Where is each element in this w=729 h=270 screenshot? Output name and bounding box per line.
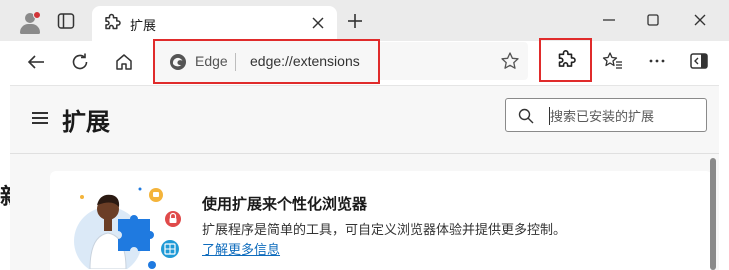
home-icon[interactable] — [113, 51, 135, 73]
left-gutter: 新 — [0, 85, 10, 270]
maximize-icon[interactable] — [645, 12, 661, 28]
favorites-icon[interactable] — [602, 50, 624, 72]
minimize-icon[interactable] — [601, 12, 617, 28]
promo-title: 使用扩展来个性化浏览器 — [202, 196, 368, 213]
text-caret — [549, 107, 550, 125]
search-icon — [518, 108, 534, 124]
tab-extensions[interactable]: 扩展 — [92, 6, 337, 41]
tab-actions-icon[interactable] — [57, 12, 75, 30]
scrollbar-thumb[interactable] — [710, 158, 716, 270]
extensions-highlight-box — [539, 38, 592, 82]
address-bar[interactable]: Edge edge://extensions — [153, 39, 380, 84]
address-bar-right[interactable] — [380, 42, 528, 80]
address-separator — [235, 53, 236, 71]
page-header: 扩展 — [10, 86, 719, 153]
title-bar: 扩展 — [0, 0, 729, 41]
clipped-heading-glyph: 新 — [0, 179, 10, 211]
puzzle-icon — [105, 13, 121, 30]
site-identity-label: Edge — [195, 53, 228, 69]
header-divider — [10, 153, 719, 154]
search-input[interactable] — [550, 105, 700, 127]
new-tab-icon[interactable] — [346, 12, 364, 30]
close-window-icon[interactable] — [692, 12, 708, 28]
refresh-icon[interactable] — [69, 51, 91, 73]
favorite-star-icon[interactable] — [500, 51, 520, 71]
page-title: 扩展 — [62, 109, 110, 136]
page-scrollbar[interactable] — [709, 154, 719, 270]
tab-title: 扩展 — [130, 18, 157, 33]
extensions-page: 扩展 搜索已安装的扩展 使用扩展来个性化浏览器 扩展程序是简单的工具，可自定义浏… — [10, 85, 719, 270]
close-tab-icon[interactable] — [311, 16, 325, 30]
back-icon[interactable] — [25, 51, 47, 73]
extensions-illustration — [74, 187, 181, 269]
url-text[interactable]: edge://extensions — [250, 53, 360, 69]
more-icon[interactable] — [646, 50, 668, 72]
profile-avatar-icon[interactable] — [18, 10, 42, 34]
learn-more-link[interactable]: 了解更多信息 — [202, 239, 280, 258]
sidebar-icon[interactable] — [688, 50, 710, 72]
promo-card: 使用扩展来个性化浏览器 扩展程序是简单的工具，可自定义浏览器体验并提供更多控制。… — [50, 171, 712, 270]
edge-logo-icon — [170, 54, 186, 70]
search-box[interactable] — [505, 98, 707, 132]
menu-icon[interactable] — [32, 112, 48, 124]
promo-description: 扩展程序是简单的工具，可自定义浏览器体验并提供更多控制。 — [202, 222, 567, 237]
